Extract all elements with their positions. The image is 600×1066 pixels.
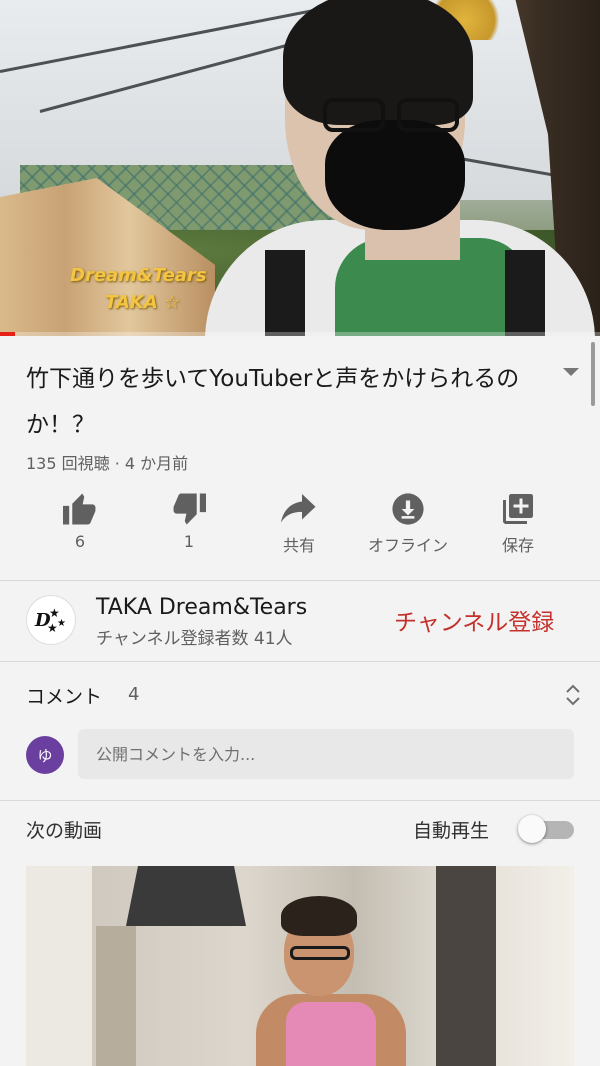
action-bar: 6 1 共有 オフライン 保存: [0, 486, 600, 566]
subscribe-button[interactable]: チャンネル登録: [394, 603, 554, 637]
video-overlay-text: TAKA ☆: [105, 292, 181, 313]
like-count: 6: [74, 532, 86, 551]
download-icon: [353, 486, 463, 532]
add-to-playlist-icon: [463, 486, 573, 532]
thumbs-down-icon: [134, 486, 244, 532]
video-info: 竹下通りを歩いてYouTuberと声をかけられるのか！？ 135 回視聴 · 4…: [0, 336, 600, 580]
dislike-count: 1: [183, 532, 195, 551]
up-next-section: 次の動画 自動再生: [0, 801, 600, 1066]
door: [436, 866, 496, 1066]
svg-text:★: ★: [57, 618, 66, 629]
up-next-title: 次の動画: [26, 820, 103, 842]
channel-avatar[interactable]: D ★ ★ ★: [26, 595, 76, 645]
autoplay-toggle[interactable]: [518, 815, 574, 843]
autoplay-label: 自動再生: [413, 820, 490, 842]
video-title[interactable]: 竹下通りを歩いてYouTuberと声をかけられるのか！？: [26, 356, 556, 448]
video-person: [205, 0, 595, 336]
offline-label: オフライン: [367, 536, 448, 555]
share-button[interactable]: 共有: [244, 486, 354, 566]
share-icon: [244, 486, 354, 532]
view-count-and-date: 135 回視聴 · 4 か月前: [26, 454, 189, 473]
user-avatar: ゆ: [26, 736, 64, 774]
face-mask: [325, 120, 465, 230]
like-button[interactable]: 6: [25, 486, 135, 566]
video-overlay-text: Dream&Tears: [70, 265, 207, 286]
pink-tank-top: [286, 1002, 376, 1066]
hair: [281, 896, 357, 936]
channel-name[interactable]: TAKA Dream&Tears: [96, 595, 307, 620]
range-hood: [126, 866, 246, 926]
glasses: [323, 98, 385, 132]
cabinet: [96, 926, 136, 1066]
comments-section: コメント 4 ゆ: [0, 662, 600, 800]
share-label: 共有: [282, 536, 315, 555]
comments-title[interactable]: コメント: [26, 682, 102, 709]
subscriber-count: チャンネル登録者数 41人: [96, 629, 293, 649]
thumbnail-person: [256, 896, 406, 1066]
dislike-button[interactable]: 1: [134, 486, 244, 566]
channel-row[interactable]: D ★ ★ ★ TAKA Dream&Tears チャンネル登録者数 41人 チャンネ…: [0, 581, 600, 661]
next-video-thumbnail[interactable]: [26, 866, 574, 1066]
thumbs-up-icon: [25, 486, 135, 532]
comment-input[interactable]: [78, 729, 574, 779]
video-player[interactable]: Dream&Tears TAKA ☆: [0, 0, 600, 336]
glasses: [290, 946, 350, 960]
scrollbar[interactable]: [591, 342, 595, 406]
comments-count: 4: [128, 684, 140, 705]
expand-comments-icon[interactable]: [564, 682, 582, 708]
backpack-strap: [505, 250, 545, 336]
expand-description-icon[interactable]: [563, 368, 579, 376]
save-label: 保存: [501, 536, 534, 555]
save-button[interactable]: 保存: [463, 486, 573, 566]
glasses: [397, 98, 459, 132]
autoplay-toggle-knob: [518, 815, 546, 843]
offline-button[interactable]: オフライン: [353, 486, 463, 566]
backpack-strap: [265, 250, 305, 336]
